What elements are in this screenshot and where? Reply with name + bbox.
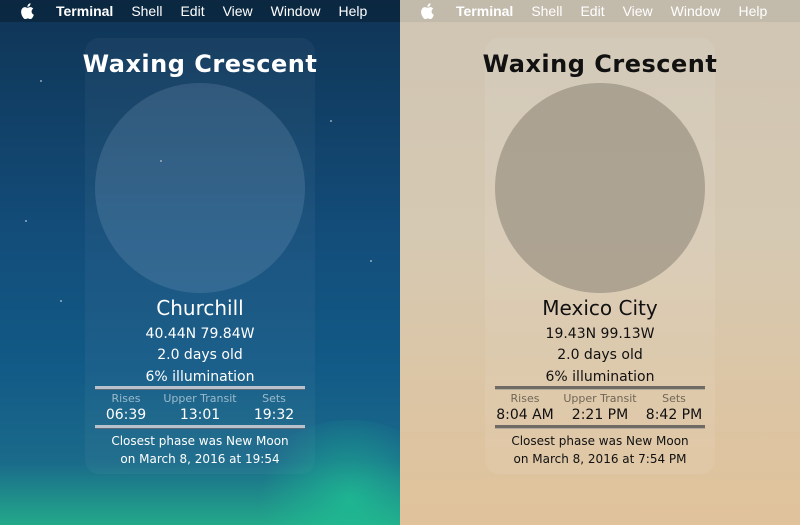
- upper-transit-time: 2:21 PM: [571, 407, 629, 423]
- illumination: 6% illumination: [545, 369, 655, 385]
- coordinates: 19.43N 99.13W: [545, 326, 655, 342]
- rises-label: Rises: [111, 392, 141, 405]
- upper-transit-column: Upper Transit 2:21 PM: [557, 392, 643, 423]
- menu-shell[interactable]: Shell: [131, 3, 162, 19]
- illumination: 6% illumination: [145, 369, 255, 385]
- phase-title: Waxing Crescent: [482, 50, 718, 78]
- closest-phase: Closest phase was New Moon on March 8, 2…: [400, 432, 800, 468]
- sets-time: 19:32: [253, 407, 295, 423]
- menu-app-terminal[interactable]: Terminal: [56, 3, 113, 19]
- divider: [95, 425, 305, 429]
- rises-label: Rises: [510, 392, 540, 405]
- closest-phase: Closest phase was New Moon on March 8, 2…: [0, 432, 400, 468]
- sets-column: Sets 8:42 PM: [639, 392, 709, 423]
- left-screen: Terminal Shell Edit View Window Help Wax…: [0, 0, 400, 525]
- star: [370, 260, 372, 262]
- coordinates: 40.44N 79.84W: [145, 326, 255, 342]
- menu-bar: Terminal Shell Edit View Window Help: [0, 0, 400, 22]
- sets-column: Sets 19:32: [243, 392, 305, 423]
- moon-image: [495, 83, 705, 293]
- menu-window[interactable]: Window: [671, 3, 721, 19]
- rises-time: 8:04 AM: [496, 407, 554, 423]
- phase-title: Waxing Crescent: [82, 50, 318, 78]
- divider: [95, 386, 305, 390]
- star: [330, 120, 332, 122]
- moon-image: [95, 83, 305, 293]
- menu-edit[interactable]: Edit: [180, 3, 204, 19]
- menu-edit[interactable]: Edit: [580, 3, 604, 19]
- closest-phase-line1: Closest phase was New Moon: [511, 434, 689, 448]
- menu-app-terminal[interactable]: Terminal: [456, 3, 513, 19]
- moon-age: 2.0 days old: [557, 347, 643, 363]
- city-name: Mexico City: [542, 296, 658, 320]
- sets-label: Sets: [262, 392, 286, 405]
- rises-column: Rises 06:39: [95, 392, 157, 423]
- star: [25, 220, 27, 222]
- moon-age: 2.0 days old: [157, 347, 243, 363]
- menu-help[interactable]: Help: [338, 3, 367, 19]
- city-name: Churchill: [156, 296, 244, 320]
- sets-time: 8:42 PM: [645, 407, 703, 423]
- upper-transit-time: 13:01: [179, 407, 221, 423]
- apple-icon[interactable]: [20, 3, 34, 19]
- upper-transit-label: Upper Transit: [163, 392, 237, 405]
- menu-bar: Terminal Shell Edit View Window Help: [400, 0, 800, 22]
- rises-time: 06:39: [105, 407, 147, 423]
- divider: [495, 425, 705, 429]
- apple-icon[interactable]: [420, 3, 434, 19]
- rises-column: Rises 8:04 AM: [491, 392, 559, 423]
- divider: [495, 386, 705, 390]
- star: [40, 80, 42, 82]
- upper-transit-label: Upper Transit: [563, 392, 637, 405]
- menu-window[interactable]: Window: [271, 3, 321, 19]
- closest-phase-line1: Closest phase was New Moon: [111, 434, 289, 448]
- menu-help[interactable]: Help: [738, 3, 767, 19]
- closest-phase-line2: on March 8, 2016 at 19:54: [120, 452, 280, 466]
- upper-transit-column: Upper Transit 13:01: [157, 392, 243, 423]
- sets-label: Sets: [662, 392, 686, 405]
- menu-shell[interactable]: Shell: [531, 3, 562, 19]
- menu-view[interactable]: View: [223, 3, 253, 19]
- menu-view[interactable]: View: [623, 3, 653, 19]
- right-screen: Terminal Shell Edit View Window Help Wax…: [400, 0, 800, 525]
- closest-phase-line2: on March 8, 2016 at 7:54 PM: [513, 452, 687, 466]
